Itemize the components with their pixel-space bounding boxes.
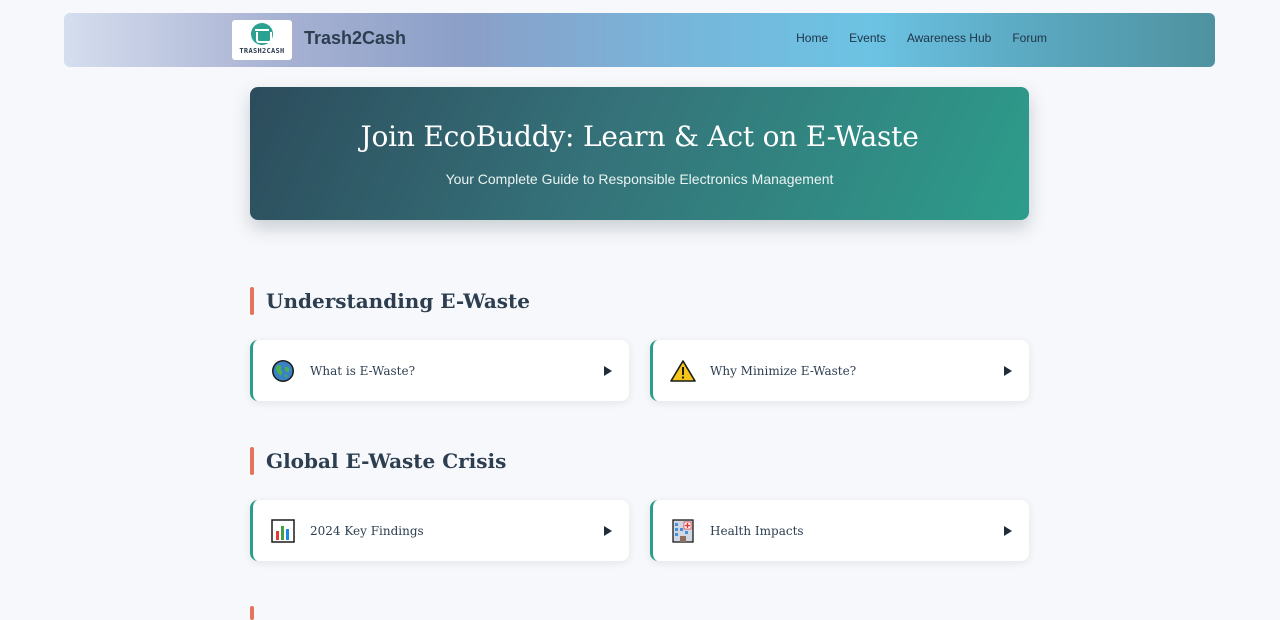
section-title: Global E-Waste Crisis	[266, 449, 507, 473]
site-logo[interactable]: TRASH2CASH	[232, 20, 292, 60]
nav-forum[interactable]: Forum	[1012, 31, 1047, 45]
card-health-impacts[interactable]: Health Impacts	[650, 500, 1029, 561]
nav-awareness-hub[interactable]: Awareness Hub	[907, 31, 992, 45]
card-label: 2024 Key Findings	[310, 523, 424, 538]
card-label: Health Impacts	[710, 523, 804, 538]
hospital-icon	[670, 518, 696, 544]
play-arrow-icon	[604, 525, 612, 536]
play-arrow-icon	[1004, 365, 1012, 376]
warning-icon	[670, 358, 696, 384]
hero-title: Join EcoBuddy: Learn & Act on E-Waste	[360, 120, 919, 153]
play-arrow-icon	[604, 365, 612, 376]
card-why-minimize-ewaste[interactable]: Why Minimize E-Waste?	[650, 340, 1029, 401]
logo-text: TRASH2CASH	[239, 47, 285, 55]
bar-chart-icon	[270, 518, 296, 544]
card-2024-key-findings[interactable]: 2024 Key Findings	[250, 500, 629, 561]
section-understanding-ewaste: Understanding E-Waste	[250, 287, 530, 315]
section-accent-bar	[250, 287, 254, 315]
card-what-is-ewaste[interactable]: What is E-Waste?	[250, 340, 629, 401]
play-arrow-icon	[1004, 525, 1012, 536]
nav-links: Home Events Awareness Hub Forum	[796, 31, 1047, 45]
nav-events[interactable]: Events	[849, 31, 886, 45]
top-navbar: TRASH2CASH Trash2Cash Home Events Awaren…	[64, 13, 1215, 67]
card-label: Why Minimize E-Waste?	[710, 363, 857, 378]
nav-home[interactable]: Home	[796, 31, 828, 45]
card-label: What is E-Waste?	[310, 363, 416, 378]
section-title: Understanding E-Waste	[266, 289, 531, 313]
section-global-crisis: Global E-Waste Crisis	[250, 447, 506, 475]
section-accent-bar	[250, 606, 254, 620]
hero-subtitle: Your Complete Guide to Responsible Elect…	[445, 171, 834, 187]
section-partial-next	[250, 606, 266, 620]
brand-name[interactable]: Trash2Cash	[304, 28, 406, 49]
globe-icon	[270, 358, 296, 384]
hero-banner: Join EcoBuddy: Learn & Act on E-Waste Yo…	[250, 87, 1029, 220]
section-accent-bar	[250, 447, 254, 475]
recycle-bin-icon	[251, 23, 273, 45]
